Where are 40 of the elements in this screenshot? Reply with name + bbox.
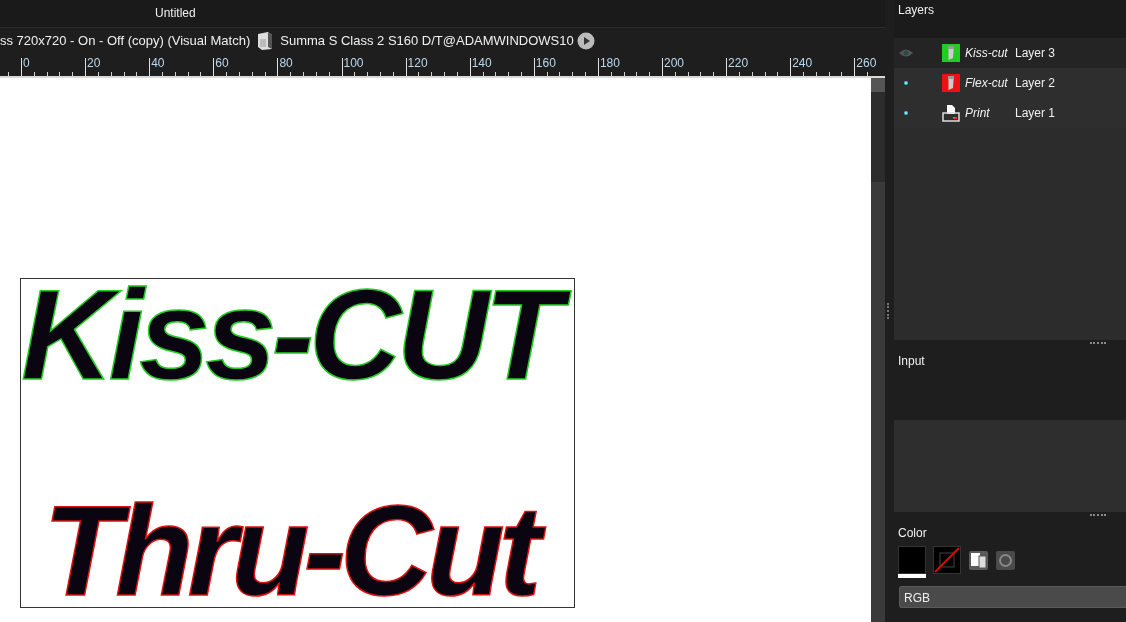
layer-method: Flex-cut [965,76,1009,90]
layer-name: Layer 3 [1015,46,1056,60]
ruler-label: 0 [23,56,30,70]
ruler-label: 180 [599,56,620,70]
ruler-label: 60 [215,56,229,70]
vertical-scrollbar[interactable] [871,78,885,622]
panel-title: Input [897,353,926,368]
document-tab[interactable]: Untitled [155,0,196,22]
ruler-label: 200 [664,56,685,70]
ruler-label: 120 [407,56,428,70]
panel-title: Color [897,525,928,540]
layer-method: Kiss-cut [965,46,1009,60]
plotter-icon[interactable] [256,30,275,51]
layer-name: Layer 2 [1015,76,1056,90]
artwork-text: Kiss-CUT [21,279,580,391]
splitter-grip-icon[interactable] [1090,514,1106,518]
reset-colors-icon[interactable] [996,550,1015,570]
layer-method: Print [965,106,991,120]
device-label: Summa S Class 2 S160 D/T@ADAMWINDOWS10 [280,33,574,48]
ruler-label: 140 [471,56,492,70]
splitter-grip-icon[interactable] [887,303,892,319]
ruler-label: 240 [792,56,813,70]
ruler-label: 80 [279,56,293,70]
artwork-text: Thru-Cut [43,495,558,607]
no-stroke-swatch[interactable] [933,546,961,574]
ruler-label: 20 [87,56,101,70]
ruler-label: 220 [728,56,749,70]
ruler-label: 160 [535,56,556,70]
printer-icon [942,104,960,122]
swap-colors-icon[interactable] [969,550,988,570]
color-mode-dropdown[interactable]: RGB [899,586,1126,608]
scroll-thumb[interactable] [871,92,885,182]
play-icon[interactable] [576,31,595,50]
layer-row[interactable]: Kiss-cut Layer 3 [894,38,1126,68]
ruler-label: 100 [343,56,364,70]
splitter-grip-icon[interactable] [1090,342,1106,346]
ruler-label: 40 [151,56,165,70]
layer-name: Layer 1 [1015,106,1056,120]
profile-label: ss 720x720 - On - Off (copy) (Visual Match) [0,33,251,48]
ruler-label: 260 [856,56,877,70]
